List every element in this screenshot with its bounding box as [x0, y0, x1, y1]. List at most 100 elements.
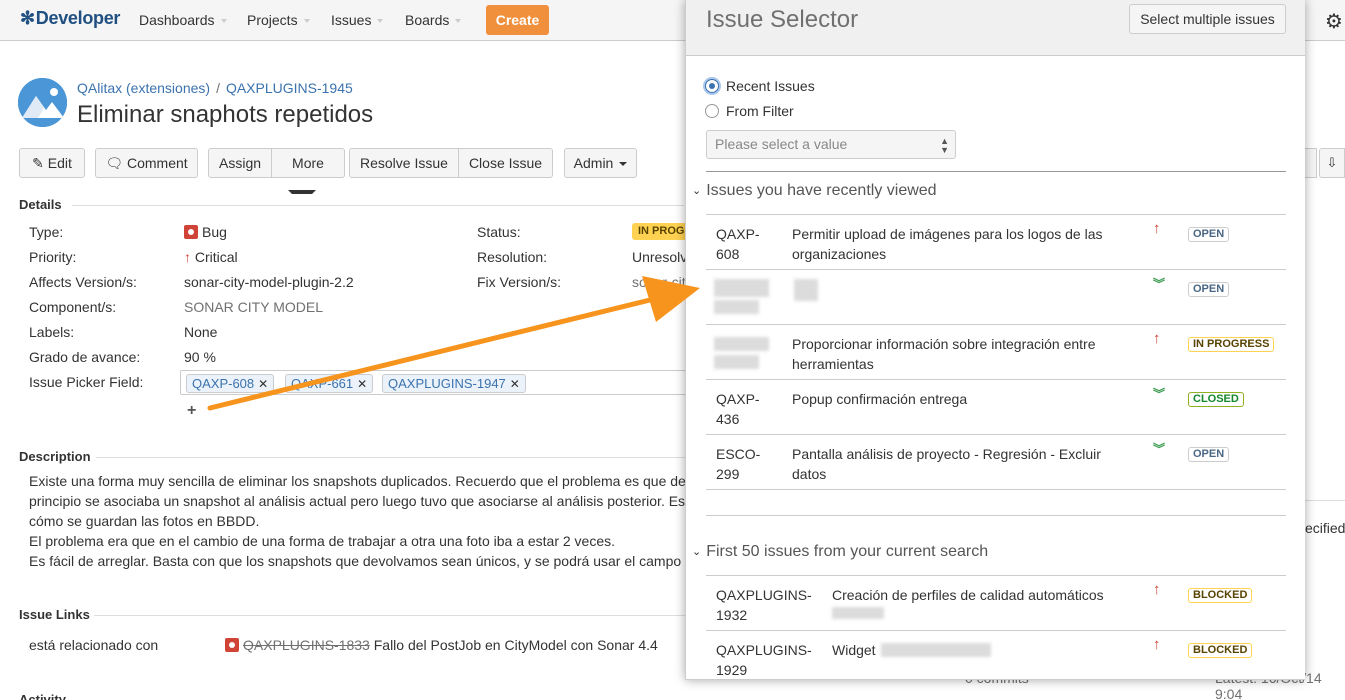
recent-group-header[interactable]: ⌄ Issues you have recently viewed — [692, 182, 937, 200]
project-avatar[interactable] — [18, 78, 67, 127]
breadcrumb-project[interactable]: QAlitax (extensiones) — [77, 80, 210, 96]
linked-issue-key[interactable]: QAXPLUGINS-1833 — [243, 637, 370, 653]
affects-version-label: Affects Version/s: — [29, 274, 137, 290]
issue-key: QAXPLUGINS-1932 — [716, 587, 812, 623]
issue-summary: Pantalla análisis de proyecto - Regresió… — [792, 446, 1101, 482]
issue-summary: Popup confirmación entrega — [792, 391, 968, 407]
transition-button-group: Resolve Issue Close Issue — [349, 148, 554, 178]
status-badge: OPEN — [1188, 447, 1230, 462]
admin-button[interactable]: Admin — [564, 148, 637, 178]
recent-issues-label[interactable]: Recent Issues — [726, 78, 815, 94]
nav-projects[interactable]: Projects — [247, 12, 310, 28]
recent-issues-radio[interactable] — [705, 79, 719, 93]
add-issue-plus-icon[interactable]: + — [187, 402, 196, 420]
issue-row[interactable]: QAXP-608 Permitir upload de imágenes par… — [706, 215, 1286, 270]
chevron-down-icon: ⌄ — [692, 546, 702, 558]
nav-dashboards[interactable]: Dashboards — [139, 12, 227, 28]
issue-row[interactable]: QAXPLUGINS-1929 Widget ↑ BLOCKED — [706, 631, 1286, 679]
linked-issue-summary[interactable]: Fallo del PostJob en CityModel con Sonar… — [374, 637, 658, 653]
divider — [706, 171, 1286, 172]
redacted-summary — [832, 607, 884, 619]
component-value[interactable]: SONAR CITY MODEL — [184, 299, 323, 315]
from-filter-radio[interactable] — [705, 104, 719, 118]
resolution-value: Unresolv — [632, 249, 688, 265]
nav-boards[interactable]: Boards — [405, 12, 462, 28]
resolve-issue-button[interactable]: Resolve Issue — [350, 149, 458, 177]
description-line: Es fácil de arreglar. Basta con que los … — [29, 553, 682, 569]
issue-row[interactable]: ︾ OPEN — [706, 270, 1286, 325]
status-badge: CLOSED — [1188, 392, 1244, 407]
picker-chip[interactable]: QAXP-661 ✕ — [285, 374, 374, 393]
description-line: cómo se guardan las fotos en BBDD. — [29, 513, 260, 529]
labels-value: None — [184, 324, 218, 340]
status-badge: BLOCKED — [1188, 643, 1253, 658]
chevron-down-icon — [455, 19, 462, 24]
status-badge: OPEN — [1188, 282, 1230, 297]
picker-chip[interactable]: QAXPLUGINS-1947 ✕ — [382, 374, 526, 393]
issue-key: ESCO-299 — [716, 446, 761, 482]
divider — [1305, 500, 1345, 501]
create-button[interactable]: Create — [486, 5, 549, 35]
page-title: Eliminar snaphots repetidos — [77, 101, 374, 128]
close-icon[interactable]: ✕ — [510, 377, 520, 391]
issue-row[interactable]: QAXP-436 Popup confirmación entrega ︾ CL… — [706, 380, 1286, 435]
more-button[interactable]: More — [271, 149, 344, 195]
filter-select[interactable]: Please select a value ▲ ▼ — [706, 130, 956, 159]
issue-row[interactable]: QAXPLUGINS-1932 Creación de perfiles de … — [706, 576, 1286, 631]
dialog-header: Issue Selector Select multiple issues — [686, 0, 1305, 56]
issue-row[interactable]: ESCO-299 Pantalla análisis de proyecto -… — [706, 435, 1286, 490]
divider — [706, 515, 1286, 516]
chevron-down-icon — [220, 19, 227, 24]
from-filter-label[interactable]: From Filter — [726, 103, 794, 119]
assign-button[interactable]: Assign — [209, 149, 271, 177]
workflow-button-group: Assign More — [208, 148, 345, 195]
issue-picker-label: Issue Picker Field: — [29, 374, 144, 390]
affects-version-value[interactable]: sonar-city-model-plugin-2.2 — [184, 274, 354, 290]
select-arrows-icon: ▲ ▼ — [940, 136, 949, 155]
divider — [94, 615, 686, 616]
search-group-header[interactable]: ⌄ First 50 issues from your current searc… — [692, 543, 988, 561]
speech-bubble-icon: 🗨 — [105, 155, 124, 171]
issue-row[interactable]: Proporcionar información sobre integraci… — [706, 325, 1286, 380]
redacted-key — [714, 337, 769, 351]
chevron-down-icon — [303, 19, 310, 24]
priority-value: ↑ Critical — [184, 249, 238, 265]
description-heading: Description — [19, 449, 91, 464]
export-icon[interactable]: ⇩ — [1319, 148, 1345, 178]
resolution-label: Resolution: — [477, 249, 548, 265]
logo-star-icon: ✻ — [20, 8, 35, 28]
chevron-down-icon — [377, 19, 384, 24]
nav-issues[interactable]: Issues — [331, 12, 384, 28]
type-label: Type: — [29, 224, 64, 240]
issue-summary: Permitir upload de imágenes para los log… — [792, 226, 1103, 262]
edit-button[interactable]: ✎ Edit — [19, 148, 85, 178]
select-multiple-issues-button[interactable]: Select multiple issues — [1129, 4, 1286, 34]
comment-button[interactable]: 🗨 Comment — [95, 148, 198, 178]
arrow-up-icon: ↑ — [1153, 330, 1161, 347]
issue-selector-dialog: Issue Selector Select multiple issues Re… — [685, 0, 1305, 680]
close-issue-button[interactable]: Close Issue — [457, 149, 552, 177]
picker-chip[interactable]: QAXP-608 ✕ — [186, 374, 275, 393]
redacted-key — [714, 355, 759, 369]
status-label: Status: — [477, 224, 521, 240]
specified-text: ecified — [1305, 520, 1345, 536]
redacted-key — [714, 300, 759, 314]
description-line: Existe una forma muy sencilla de elimina… — [29, 473, 686, 489]
type-value: Bug — [184, 224, 227, 240]
linked-issue[interactable]: QAXPLUGINS-1833 Fallo del PostJob en Cit… — [225, 637, 658, 653]
description-line: principio se asociaba un snapshot al aná… — [29, 493, 686, 509]
pencil-icon: ✎ — [32, 155, 44, 171]
issue-links-heading: Issue Links — [19, 607, 90, 622]
gear-icon[interactable]: ⚙ — [1325, 9, 1343, 34]
close-icon[interactable]: ✕ — [258, 377, 268, 391]
activity-heading: Activity — [19, 692, 66, 700]
issue-picker-field[interactable]: QAXP-608 ✕ QAXP-661 ✕ QAXPLUGINS-1947 ✕ — [180, 370, 690, 395]
developer-logo[interactable]: ✻Developer — [20, 8, 120, 29]
fix-version-value[interactable]: sonar-cit — [632, 274, 686, 290]
close-icon[interactable]: ✕ — [357, 377, 367, 391]
breadcrumb-issue-key[interactable]: QAXPLUGINS-1945 — [226, 80, 353, 96]
redacted-summary — [881, 643, 991, 657]
arrow-up-icon: ↑ — [1153, 636, 1161, 653]
redacted-summary — [794, 279, 818, 301]
double-chevron-down-icon: ︾ — [1153, 277, 1166, 291]
